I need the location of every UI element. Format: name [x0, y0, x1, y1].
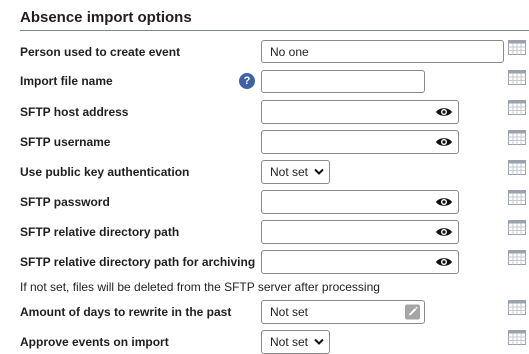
eye-icon[interactable] [435, 256, 453, 268]
approve-events-select[interactable]: Not set [261, 330, 330, 354]
title-divider [20, 30, 529, 31]
person-select[interactable]: No one [261, 40, 504, 63]
sftp-password-label: SFTP password [20, 195, 110, 209]
chevron-down-icon [314, 168, 324, 175]
sftp-username-label: SFTP username [20, 135, 111, 149]
calendar-icon[interactable] [508, 330, 526, 345]
archive-help-note: If not set, files will be deleted from t… [20, 280, 380, 294]
rewrite-days-label: Amount of days to rewrite in the past [20, 305, 232, 319]
calendar-icon[interactable] [508, 190, 526, 205]
sftp-password-input[interactable] [261, 190, 459, 214]
calendar-icon[interactable] [508, 160, 526, 175]
public-key-select[interactable]: Not set [261, 160, 330, 184]
calendar-icon[interactable] [508, 40, 526, 55]
sftp-archive-input[interactable] [261, 250, 459, 274]
chevron-down-icon [314, 338, 324, 345]
eye-icon[interactable] [435, 136, 453, 148]
sftp-host-input[interactable] [261, 100, 459, 124]
section-title: Absence import options [20, 9, 192, 26]
calendar-icon[interactable] [508, 300, 526, 315]
pencil-icon[interactable] [405, 304, 420, 320]
sftp-host-label: SFTP host address [20, 105, 129, 119]
calendar-icon[interactable] [508, 220, 526, 235]
calendar-icon[interactable] [508, 250, 526, 265]
calendar-icon[interactable] [508, 130, 526, 145]
person-label: Person used to create event [20, 45, 181, 59]
sftp-username-input[interactable] [261, 130, 459, 154]
sftp-archive-label: SFTP relative directory path for archivi… [20, 255, 256, 269]
eye-icon[interactable] [435, 226, 453, 238]
sftp-dir-input[interactable] [261, 220, 459, 244]
eye-icon[interactable] [435, 106, 453, 118]
import-file-name-label: Import file name [20, 74, 113, 88]
help-icon[interactable]: ? [239, 73, 255, 89]
eye-icon[interactable] [435, 196, 453, 208]
import-file-name-input[interactable] [261, 70, 425, 93]
rewrite-days-input[interactable]: Not set [261, 300, 425, 324]
sftp-dir-label: SFTP relative directory path [20, 225, 180, 239]
calendar-icon[interactable] [508, 70, 526, 85]
calendar-icon[interactable] [508, 100, 526, 115]
public-key-label: Use public key authentication [20, 165, 190, 179]
person-value: No one [270, 44, 309, 59]
approve-events-label: Approve events on import [20, 335, 169, 349]
